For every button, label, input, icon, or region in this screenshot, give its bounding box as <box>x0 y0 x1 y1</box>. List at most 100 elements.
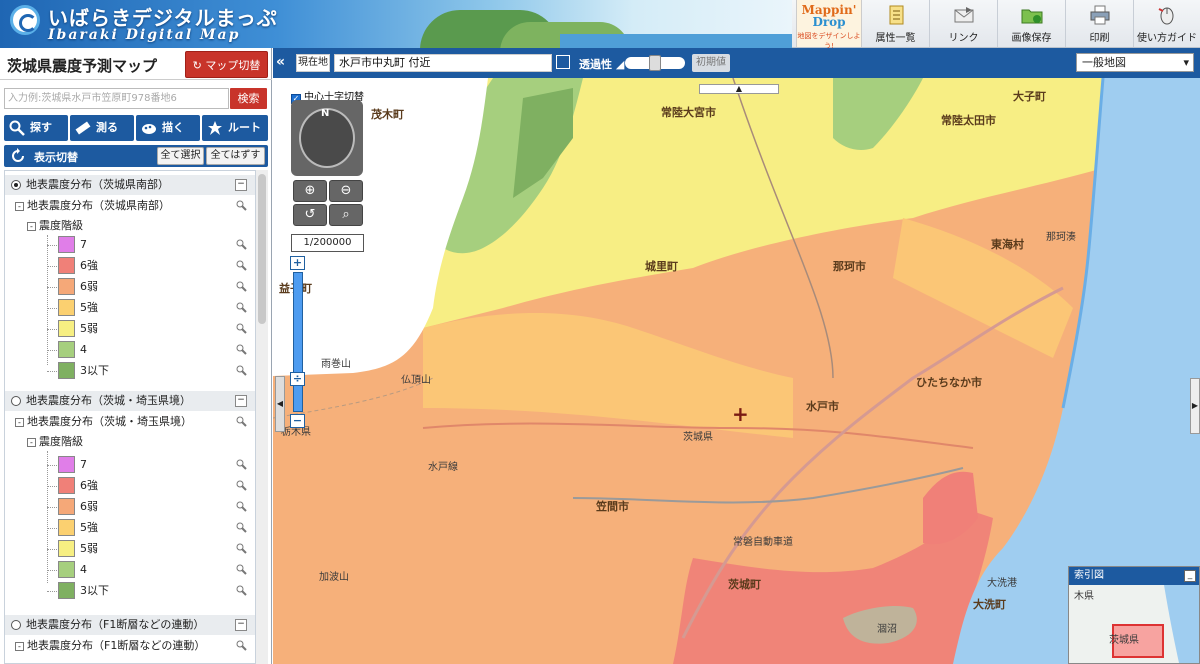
layer-node[interactable]: - 地表震度分布（F1断層などの連動） <box>15 637 205 655</box>
deselect-all-button[interactable]: 全てはずす <box>206 147 265 165</box>
select-all-button[interactable]: 全て選択 <box>157 147 204 165</box>
locate-crosshair-icon[interactable] <box>556 55 570 69</box>
search-button[interactable]: 検索 <box>230 88 267 109</box>
attribute-list-label: 属性一覧 <box>875 33 916 44</box>
zoom-to-layer-icon[interactable] <box>236 281 247 292</box>
scrollbar-thumb[interactable] <box>258 174 266 324</box>
reset-transparency-button[interactable]: 初期値 <box>692 54 730 72</box>
index-map-view[interactable]: 木県 茨城県 <box>1069 585 1199 663</box>
layer-radio[interactable] <box>11 180 21 190</box>
address-search-input[interactable] <box>4 88 229 109</box>
layer-node[interactable]: - 地表震度分布（茨城・埼玉県境） <box>15 413 192 431</box>
zoom-minus-button[interactable]: − <box>290 414 305 428</box>
expand-icon[interactable]: - <box>15 641 24 651</box>
tool-search-label: 探す <box>30 121 52 134</box>
layer-group-ibaraki-saitama[interactable]: 地表震度分布（茨城・埼玉県境） − <box>5 391 255 411</box>
layer-subnode[interactable]: - 震度階級 <box>27 433 83 451</box>
zoom-to-layer-icon[interactable] <box>236 480 247 491</box>
legend-label: 5弱 <box>80 322 98 335</box>
collapse-icon[interactable]: − <box>235 619 247 631</box>
layer-tree-scrollbar[interactable] <box>256 170 268 664</box>
top-panel-toggle[interactable]: ▲ <box>699 84 779 94</box>
map-switch-button[interactable]: ↻ マップ切替 <box>185 51 268 78</box>
zoom-to-layer-icon[interactable] <box>236 239 247 250</box>
tool-draw-button[interactable]: 描く <box>136 115 200 141</box>
expand-icon[interactable]: - <box>27 221 36 231</box>
legend-item: 6強 <box>53 256 223 276</box>
layer-radio[interactable] <box>11 620 21 630</box>
zoom-to-layer-icon[interactable] <box>236 501 247 512</box>
place-label: 東海村 <box>991 238 1024 251</box>
layer-radio[interactable] <box>11 396 21 406</box>
zoom-to-layer-icon[interactable] <box>236 585 247 596</box>
zoom-to-layer-icon[interactable] <box>236 323 247 334</box>
layer-group-label: 地表震度分布（茨城県南部） <box>26 178 169 191</box>
tool-measure-label: 測る <box>96 121 118 134</box>
guide-button[interactable]: 使い方ガイド <box>1134 0 1200 47</box>
layer-group-south-ibaraki[interactable]: 地表震度分布（茨城県南部） − <box>5 175 255 195</box>
layer-node[interactable]: - 地表震度分布（茨城県南部） <box>15 197 170 215</box>
print-button[interactable]: 印刷 <box>1066 0 1134 47</box>
index-map-minimize[interactable]: _ <box>1184 570 1196 582</box>
zoom-to-layer-icon[interactable] <box>236 260 247 271</box>
zoom-plus-button[interactable]: + <box>290 256 305 270</box>
zoom-to-layer-icon[interactable] <box>236 459 247 470</box>
site-logo[interactable]: いばらきデジタルまっぷ Ibaraki Digital Map <box>0 0 792 48</box>
link-button[interactable]: リンク <box>930 0 998 47</box>
tool-route-button[interactable]: ルート <box>202 115 268 141</box>
left-panel: 茨城県震度予測マップ ↻ マップ切替 検索 探す 測る 描く ルート <box>0 48 272 664</box>
zoom-to-layer-icon[interactable] <box>236 522 247 533</box>
zoom-track[interactable] <box>293 272 303 412</box>
basemap-select[interactable]: 一般地図 <box>1076 53 1194 72</box>
map-canvas[interactable]: 茂木町 常陸大宮市 常陸太田市 城里町 那珂市 東海村 水戸市 ひたちなか市 笠… <box>273 78 1200 664</box>
route-star-icon <box>208 121 222 135</box>
save-image-button[interactable]: 画像保存 <box>998 0 1066 47</box>
layer-subnode[interactable]: - 震度階級 <box>27 217 83 235</box>
attribute-list-button[interactable]: 属性一覧 <box>862 0 930 47</box>
zoom-to-layer-icon[interactable] <box>236 564 247 575</box>
expand-icon[interactable]: - <box>15 417 24 427</box>
zoom-to-layer-icon[interactable] <box>236 543 247 554</box>
slider-knob[interactable] <box>649 55 661 71</box>
transparency-slider[interactable] <box>625 55 685 71</box>
logo-swirl-icon <box>10 5 40 35</box>
layer-subnode-label: 震度階級 <box>39 219 83 232</box>
zoom-to-layer-icon[interactable] <box>236 200 247 211</box>
logo-sea-graphic <box>560 34 792 48</box>
tool-measure-button[interactable]: 測る <box>70 115 134 141</box>
zoom-slider[interactable]: + ÷ − <box>290 254 306 430</box>
collapse-icon[interactable]: − <box>235 395 247 407</box>
zoom-in-button[interactable]: ⊕ <box>293 180 327 202</box>
legend-swatch <box>58 561 75 578</box>
legend-swatch <box>58 278 75 295</box>
zoom-to-layer-icon[interactable] <box>236 344 247 355</box>
mappin-drop-button[interactable]: Mappin' Drop 地図をデザインしよう! <box>796 0 862 50</box>
current-location-field[interactable]: 水戸市中丸町 付近 <box>334 54 552 72</box>
folder-save-icon <box>1021 9 1042 24</box>
collapse-panel-icon[interactable]: « <box>276 54 292 72</box>
zoom-out-button[interactable]: ⊖ <box>329 180 363 202</box>
zoom-to-layer-icon[interactable] <box>236 640 247 651</box>
pan-right-arrow[interactable]: ▶ <box>1190 378 1200 434</box>
collapse-icon[interactable]: − <box>235 179 247 191</box>
prefecture-label: 茨城県 <box>683 432 713 443</box>
zoom-to-layer-icon[interactable] <box>236 365 247 376</box>
zoom-to-layer-icon[interactable] <box>236 302 247 313</box>
layer-tree: 地表震度分布（茨城県南部） − - 地表震度分布（茨城県南部） - 震度階級 7 6強… <box>4 170 256 664</box>
expand-icon[interactable]: - <box>27 437 36 447</box>
layer-group-f1-fault[interactable]: 地表震度分布（F1断層などの連動） − <box>5 615 255 635</box>
expand-icon[interactable]: - <box>15 201 24 211</box>
zoom-box-button[interactable]: ⌕ <box>329 204 363 226</box>
compass-pan-control[interactable]: N <box>291 100 363 176</box>
reset-view-button[interactable]: ↺ <box>293 204 327 226</box>
map-center-crosshair: + <box>732 402 749 426</box>
scale-display: 1/200000 <box>291 234 364 252</box>
tree-guide-line <box>47 235 48 365</box>
zoom-to-layer-icon[interactable] <box>236 416 247 427</box>
zoom-level-handle[interactable]: ÷ <box>290 372 305 386</box>
place-label: 常陸太田市 <box>941 114 996 127</box>
legend-label: 7 <box>80 458 87 471</box>
tool-search-button[interactable]: 探す <box>4 115 68 141</box>
pan-left-arrow[interactable]: ◀ <box>275 376 285 432</box>
place-label: 城里町 <box>645 260 678 273</box>
